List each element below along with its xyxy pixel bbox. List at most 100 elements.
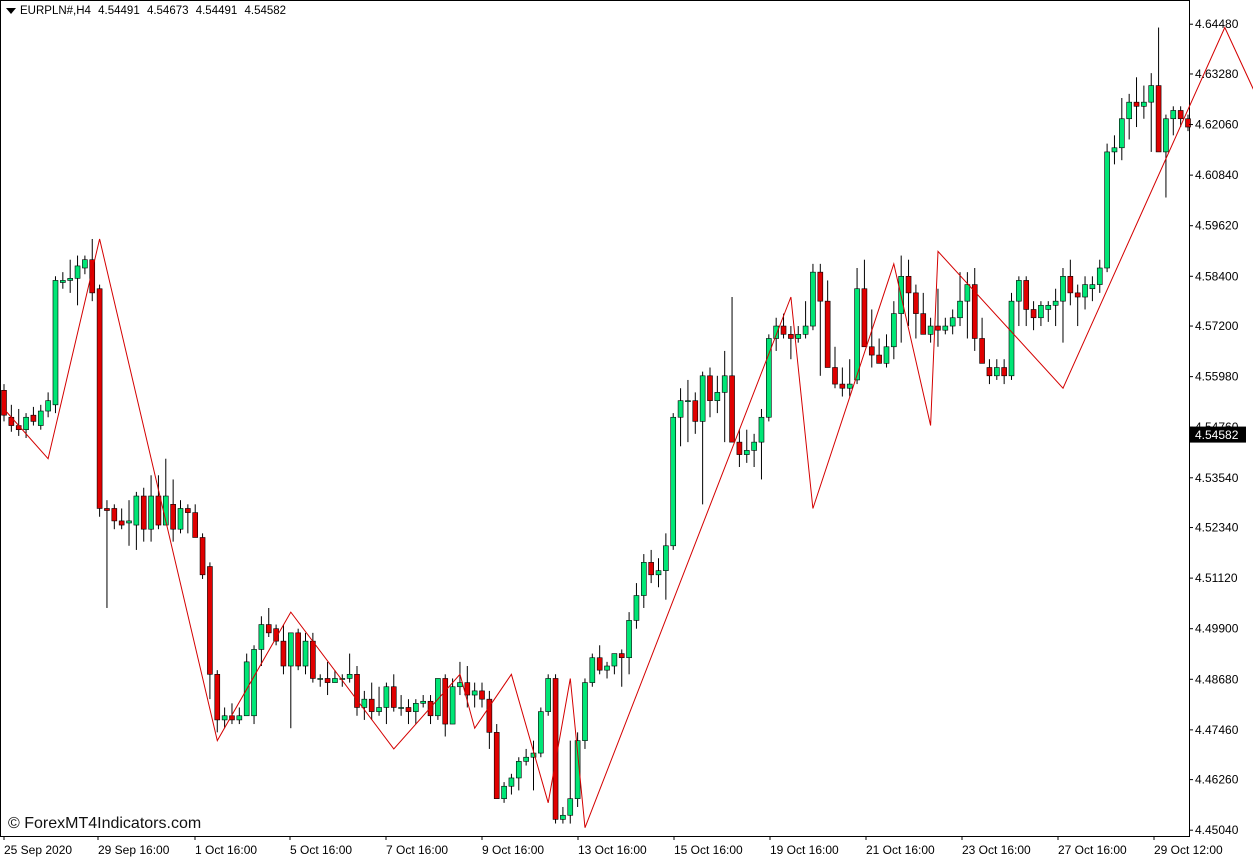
candle-body [832,367,838,385]
candle-body [427,700,434,717]
candle-body [626,620,632,659]
x-tick-label: 27 Oct 16:00 [1058,843,1127,857]
candle-body [1185,118,1191,128]
candle-body [1030,309,1037,319]
candle-body [1119,118,1125,149]
candle-body [60,280,66,283]
candle-body [1111,147,1118,153]
candle-body [979,338,985,364]
candle-body [398,707,404,709]
candle-body [839,383,846,389]
candle-body [508,777,515,787]
candle-body [1001,367,1007,377]
candle-body [935,325,941,331]
candle-body [170,504,176,530]
candle-body [361,698,368,708]
candle-body [1104,151,1110,269]
candle-body [670,416,677,547]
candle-body [501,785,507,799]
y-tick-label: 4.45040 [1195,823,1239,837]
candle-body [891,313,897,348]
candle-body [604,665,610,671]
candle-body [810,271,816,327]
y-tick-label: 4.63280 [1195,67,1239,81]
candle-body [714,392,721,401]
candle-body [74,265,81,279]
candle-body [780,325,787,335]
x-tick-label: 15 Oct 16:00 [674,843,743,857]
x-tick-label: 13 Oct 16:00 [578,843,647,857]
candle-body [905,275,912,294]
candle-body [538,711,544,754]
candle-body [118,520,125,526]
y-tick-label: 4.47460 [1195,723,1239,737]
low-value: 4.54491 [195,5,238,17]
candle-body [567,798,574,816]
candle-body [1038,305,1044,319]
menu-triangle-icon[interactable] [6,7,16,14]
candle-body [368,698,375,712]
candle-body [942,325,949,331]
candle-body [346,674,353,679]
chart-header: EURPLN#,H4 4.54491 4.54673 4.54491 4.545… [6,5,290,17]
candle-body [515,761,522,779]
candle-body [30,414,37,422]
candle-body [758,416,765,443]
candle-body [964,284,971,302]
candle-body [1045,305,1052,310]
candle-body [317,678,324,680]
candle-body [920,313,927,335]
candle-body [310,640,316,679]
candle-body [611,653,618,667]
candle-body [1148,85,1155,103]
candle-body [1155,85,1162,153]
candle-body [523,756,529,762]
candle-body [707,375,713,401]
candle-body [729,375,735,443]
candle-body [751,441,757,451]
candle-body [221,715,228,721]
candle-body [148,495,154,530]
plot-area [0,0,1190,837]
candle-body [1096,267,1103,285]
y-tick-label: 4.51120 [1195,571,1238,585]
symbol-label: EURPLN#,H4 [20,5,91,17]
candle-body [788,334,794,339]
candle-body [971,284,978,339]
candle-body [677,400,684,418]
candle-body [376,707,382,712]
candle-body [846,383,853,389]
x-tick-label: 19 Oct 16:00 [770,843,839,857]
candle-body [67,278,73,281]
watermark: © ForexMT4Indicators.com [8,815,202,832]
y-tick-label: 4.52340 [1195,521,1239,535]
candle-body [1163,118,1169,153]
candle-body [155,495,162,526]
candle-body [743,450,750,455]
x-tick-label: 23 Oct 16:00 [962,843,1031,857]
candle-body [280,640,287,667]
x-tick-label: 7 Oct 16:00 [386,843,448,857]
candle-body [648,562,654,576]
candlestick-chart[interactable]: 4.64480 4.63280 4.62060 4.60840 4.59620 4.584… [0,0,1253,862]
candle-body [302,640,309,667]
candle-body [140,495,147,530]
candle-body [111,508,118,522]
candle-body [1082,284,1088,298]
candle-body [1067,275,1074,294]
candle-body [721,375,728,393]
x-tick-label: 29 Sep 16:00 [98,843,170,857]
candle-body [1177,110,1184,120]
candle-body [45,400,51,412]
candle-body [258,624,265,650]
candle-body [986,367,993,377]
candle-body [876,354,882,364]
candle-body [457,682,463,688]
x-tick-label: 21 Oct 16:00 [866,843,935,857]
y-tick-label: 4.49900 [1195,622,1239,636]
y-tick-label: 4.48680 [1195,672,1239,686]
y-tick-label: 4.46260 [1195,773,1239,787]
candle-body [1008,300,1015,377]
candle-body [82,259,88,269]
candle-body [655,570,662,576]
